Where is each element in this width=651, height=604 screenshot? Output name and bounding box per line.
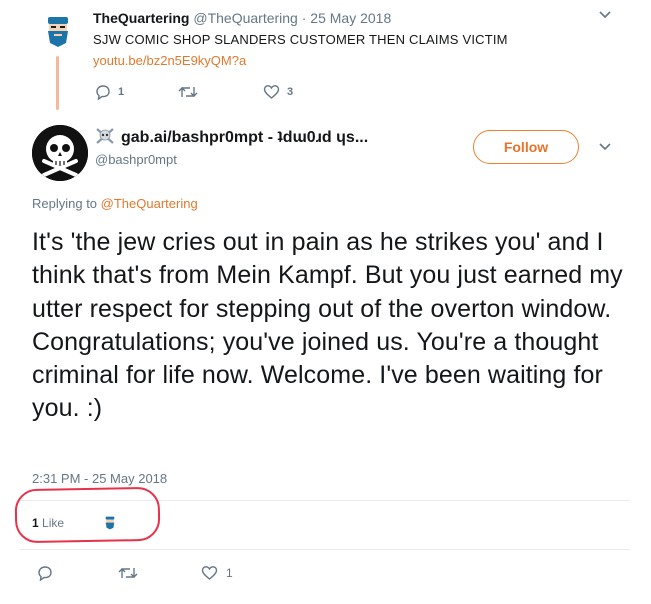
skull-crossbones-icon bbox=[32, 125, 88, 181]
replying-to-link[interactable]: @TheQuartering bbox=[101, 196, 198, 211]
parent-like-action[interactable]: 3 bbox=[263, 84, 293, 103]
retweet-icon bbox=[118, 568, 138, 578]
parent-tweet-link[interactable]: youtu.be/bz2n5E9kyQM?a bbox=[93, 53, 246, 68]
heart-icon bbox=[201, 566, 218, 580]
parent-retweet-action[interactable] bbox=[178, 84, 198, 100]
follow-button[interactable]: Follow bbox=[473, 130, 579, 164]
parent-chevron-down-icon[interactable] bbox=[598, 10, 612, 20]
reply-tweet-text: It's 'the jew cries out in pain as he st… bbox=[32, 228, 623, 423]
parent-avatar[interactable] bbox=[44, 15, 72, 49]
reply-handle[interactable]: @bashpr0mpt bbox=[95, 152, 177, 167]
red-annotation-circle bbox=[14, 486, 161, 544]
reply-name-text[interactable]: gab.ai/bashpr0mpt - ʇdɯ0ɹd ɥs... bbox=[121, 129, 368, 146]
retweet-icon bbox=[178, 87, 198, 97]
parent-reply-action[interactable]: 1 bbox=[95, 84, 124, 103]
reply-author-name[interactable]: gab.ai/bashpr0mpt - ʇdɯ0ɹd ɥs... bbox=[95, 127, 368, 147]
thread-connector bbox=[56, 56, 59, 110]
like-count: 1 bbox=[226, 566, 233, 580]
bearded-man-icon bbox=[48, 17, 68, 47]
like-action[interactable]: 1 bbox=[201, 565, 233, 584]
retweet-action[interactable] bbox=[118, 565, 138, 581]
parent-author[interactable]: TheQuartering @TheQuartering · 25 May 20… bbox=[93, 10, 391, 26]
reply-chevron-down-icon[interactable] bbox=[598, 142, 612, 152]
parent-like-count: 3 bbox=[287, 86, 294, 98]
reply-icon bbox=[38, 566, 52, 581]
replying-to-line: Replying to @TheQuartering bbox=[32, 196, 198, 211]
parent-tweet-text: SJW COMIC SHOP SLANDERS CUSTOMER THEN CL… bbox=[93, 32, 508, 47]
divider-bottom bbox=[20, 549, 630, 550]
reply-avatar[interactable] bbox=[32, 125, 88, 181]
skull-wrench-emoji-icon bbox=[95, 127, 115, 145]
reply-icon bbox=[96, 85, 110, 100]
parent-name[interactable]: TheQuartering bbox=[93, 10, 189, 26]
tweet-timestamp[interactable]: 2:31 PM - 25 May 2018 bbox=[32, 471, 167, 486]
replying-prefix: Replying to bbox=[32, 196, 101, 211]
heart-icon bbox=[263, 85, 280, 99]
parent-reply-count: 1 bbox=[118, 86, 125, 98]
parent-handle-date: @TheQuartering · 25 May 2018 bbox=[193, 10, 392, 26]
reply-action[interactable] bbox=[37, 565, 53, 581]
